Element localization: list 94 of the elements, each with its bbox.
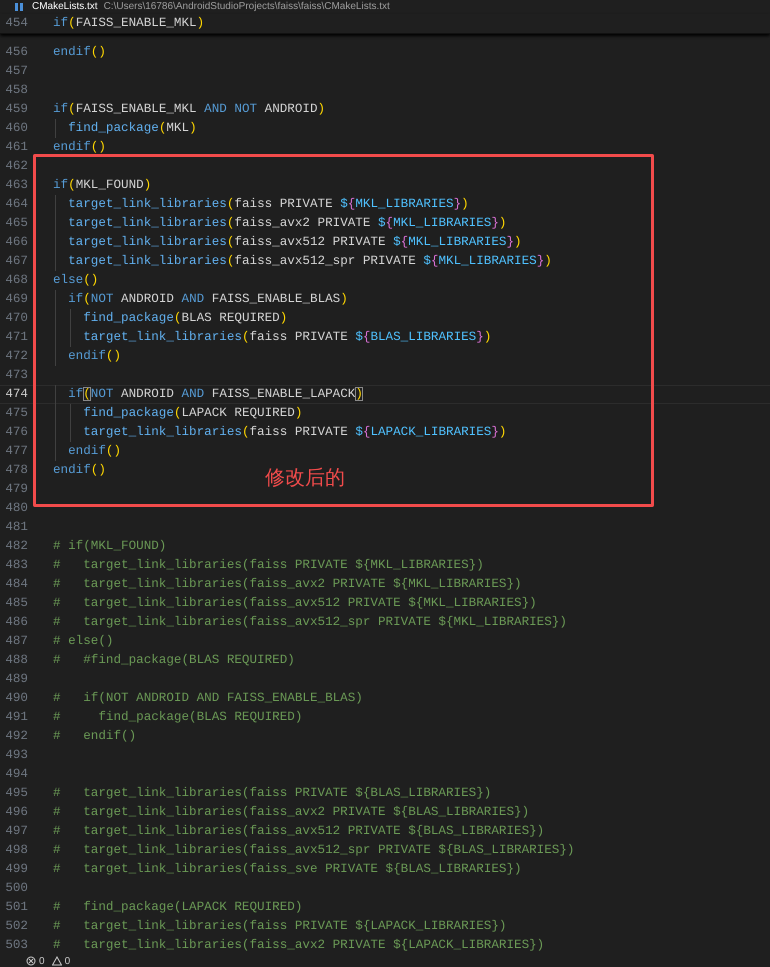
code-line: if(FAISS_ENABLE_MKL AND NOT ANDROID) — [53, 101, 326, 118]
code-line: # target_link_libraries(faiss_avx512 PRIVATE ${MKL_LIBRARIES}) — [53, 595, 537, 612]
line-number: 460 — [4, 120, 28, 138]
code-line: endif() — [67, 443, 122, 460]
line-number: 489 — [4, 671, 28, 688]
line-number: 468 — [4, 272, 28, 290]
line-number: 487 — [4, 633, 28, 650]
code-line: find_package(LAPACK REQUIRED) — [82, 405, 302, 422]
line-number: 472 — [4, 348, 28, 366]
error-count[interactable]: 0 — [39, 956, 45, 967]
line-number: 463 — [4, 177, 28, 194]
line-number: 469 — [4, 291, 28, 308]
line-number: 458 — [4, 82, 28, 100]
code-line: # target_link_libraries(faiss PRIVATE ${LAPACK_LIBRARIES}) — [53, 918, 506, 936]
line-number: 471 — [4, 329, 28, 346]
code-line: target_link_libraries(faiss PRIVATE ${BLAS_LIBRARIES}) — [82, 329, 492, 346]
line-number: 485 — [4, 595, 28, 612]
code-line: target_link_libraries(faiss PRIVATE ${LAPACK_LIBRARIES}) — [82, 424, 506, 442]
code-line: if(NOT ANDROID AND FAISS_ENABLE_LAPACK) — [67, 386, 363, 404]
file-path: C:\Users\16786\AndroidStudioProjects\faiss\faiss\CMakeLists.txt — [104, 0, 390, 13]
code-line: # target_link_libraries(faiss_avx2 PRIVATE ${MKL_LIBRARIES}) — [53, 576, 522, 594]
line-number: 456 — [4, 44, 28, 62]
code-line: # if(MKL_FOUND) — [53, 538, 166, 556]
line-number: 454 — [4, 14, 28, 32]
code-line: # target_link_libraries(faiss_avx512 PRIVATE ${BLAS_LIBRARIES}) — [53, 823, 544, 840]
line-number: 457 — [4, 63, 28, 80]
line-number: 459 — [4, 101, 28, 118]
code-line: if(NOT ANDROID AND FAISS_ENABLE_BLAS) — [67, 291, 348, 308]
line-number: 482 — [4, 538, 28, 556]
code-line: if(MKL_FOUND) — [53, 177, 152, 194]
annotation-label: 修改后的 — [265, 464, 345, 490]
code-line: # target_link_libraries(faiss_avx2 PRIVATE ${BLAS_LIBRARIES}) — [53, 804, 530, 822]
line-number: 465 — [4, 215, 28, 232]
code-line: endif() — [53, 462, 106, 480]
code-line: # target_link_libraries(faiss_avx512_spr PRIVATE ${MKL_LIBRARIES}) — [53, 614, 567, 632]
line-number: 484 — [4, 576, 28, 594]
code-line: # else() — [53, 633, 114, 650]
code-line: target_link_libraries(faiss PRIVATE ${MKL_LIBRARIES}) — [67, 196, 469, 214]
code-line: find_package(BLAS REQUIRED) — [82, 310, 288, 328]
line-number: 493 — [4, 747, 28, 764]
line-number: 470 — [4, 310, 28, 328]
line-number: 500 — [4, 880, 28, 898]
line-number: 490 — [4, 690, 28, 708]
code-line: if(FAISS_ENABLE_MKL) — [53, 14, 204, 32]
code-line: # #find_package(BLAS REQUIRED) — [53, 652, 295, 670]
line-number: 474 — [4, 386, 28, 404]
line-number: 502 — [4, 918, 28, 936]
code-line: else() — [53, 272, 98, 290]
line-number: 499 — [4, 861, 28, 878]
code-line: target_link_libraries(faiss_avx512_spr PRIVATE ${MKL_LIBRARIES}) — [67, 253, 552, 270]
code-line: # target_link_libraries(faiss_sve PRIVATE ${BLAS_LIBRARIES}) — [53, 861, 522, 878]
line-number: 497 — [4, 823, 28, 840]
code-line: target_link_libraries(faiss_avx512 PRIVATE ${MKL_LIBRARIES}) — [67, 234, 522, 252]
code-line: # find_package(LAPACK REQUIRED) — [53, 899, 302, 916]
line-number: 503 — [4, 937, 28, 954]
line-number: 488 — [4, 652, 28, 670]
code-line: endif() — [53, 44, 106, 62]
line-number: 477 — [4, 443, 28, 460]
code-line: # target_link_libraries(faiss PRIVATE ${BLAS_LIBRARIES}) — [53, 785, 492, 802]
line-number: 464 — [4, 196, 28, 214]
line-number: 498 — [4, 842, 28, 860]
line-number: 476 — [4, 424, 28, 442]
error-icon — [26, 956, 36, 966]
warning-count[interactable]: 0 — [64, 956, 70, 967]
line-number: 467 — [4, 253, 28, 270]
code-line: # target_link_libraries(faiss_avx2 PRIVATE ${LAPACK_LIBRARIES}) — [53, 937, 544, 954]
code-line: endif() — [67, 348, 122, 366]
warning-icon — [52, 956, 62, 966]
line-number: 478 — [4, 462, 28, 480]
line-number: 479 — [4, 481, 28, 498]
code-line: # find_package(BLAS REQUIRED) — [53, 709, 302, 726]
line-number: 483 — [4, 557, 28, 574]
code-line: find_package(MKL) — [67, 120, 197, 138]
code-line: # if(NOT ANDROID AND FAISS_ENABLE_BLAS) — [53, 690, 363, 708]
line-number: 462 — [4, 158, 28, 176]
line-number: 495 — [4, 785, 28, 802]
line-number: 466 — [4, 234, 28, 252]
line-number: 461 — [4, 139, 28, 156]
code-line: # endif() — [53, 728, 136, 746]
line-number: 492 — [4, 728, 28, 746]
line-number: 481 — [4, 519, 28, 536]
line-number: 486 — [4, 614, 28, 632]
code-line: # target_link_libraries(faiss PRIVATE ${MKL_LIBRARIES}) — [53, 557, 484, 574]
line-number: 496 — [4, 804, 28, 822]
line-number: 475 — [4, 405, 28, 422]
code-line: # target_link_libraries(faiss_avx512_spr PRIVATE ${BLAS_LIBRARIES}) — [53, 842, 574, 860]
line-number: 473 — [4, 367, 28, 384]
code-line: endif() — [53, 139, 106, 156]
line-number: 480 — [4, 500, 28, 518]
file-name[interactable]: CMakeLists.txt — [32, 0, 98, 13]
line-number: 494 — [4, 766, 28, 784]
code-line: target_link_libraries(faiss_avx2 PRIVATE ${MKL_LIBRARIES}) — [67, 215, 506, 232]
line-number: 501 — [4, 899, 28, 916]
line-number: 491 — [4, 709, 28, 726]
